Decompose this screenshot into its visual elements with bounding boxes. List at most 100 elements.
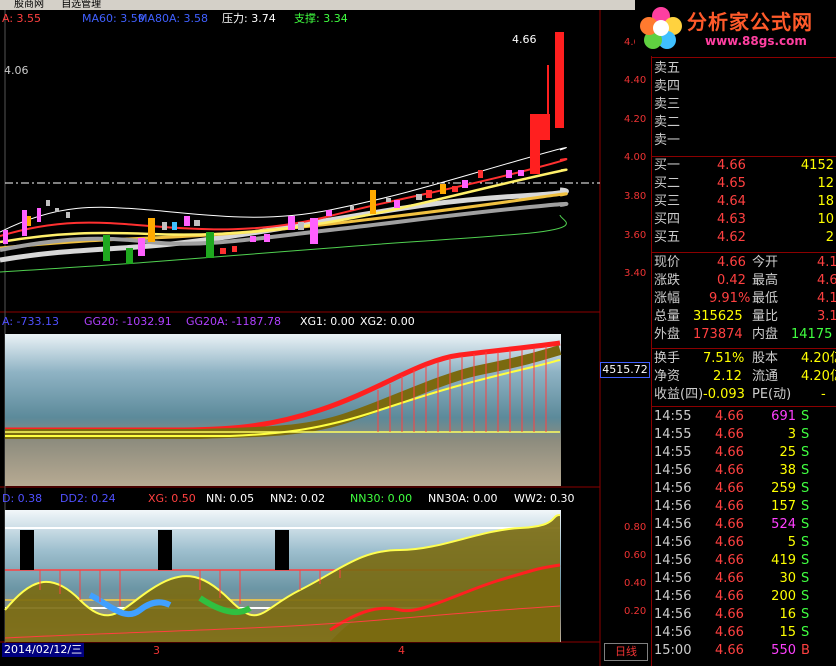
axis-mark: 4 (398, 644, 405, 657)
quote-value: 0.42 (717, 273, 746, 288)
tick-volume: 15 (779, 625, 796, 640)
tick-side: S (801, 463, 810, 478)
tick-row: 14:55 4.66 3 S (651, 426, 836, 444)
tick-side: S (801, 535, 810, 550)
date-cursor-label: 2014/02/12/三 (2, 643, 85, 657)
menu-item[interactable]: 股商网 (14, 0, 44, 10)
indicator-value: NN: 0.05 (206, 492, 255, 505)
ask-row: 卖三 (651, 96, 836, 114)
tick-volume: 16 (779, 607, 796, 622)
price-tick: 4.20 (624, 114, 647, 125)
tick-side: S (801, 445, 810, 460)
indicator2-labels: D: 0.38 DD2: 0.24 XG: 0.50 NN: 0.05 NN2:… (0, 492, 600, 506)
tick-row: 14:56 4.66 30 S (651, 570, 836, 588)
quote-label: 今开 (752, 255, 779, 270)
quote-row: 净资 2.12 流通 4.20亿 (651, 368, 836, 386)
indicator-value: GG20: -1032.91 (84, 315, 172, 328)
tick-price: 4.66 (715, 553, 744, 568)
quote-row: 总量 315625 量比 3.1 (651, 308, 836, 326)
ask-row: 卖二 (651, 114, 836, 132)
bid-volume: 12 (817, 176, 834, 191)
tick-volume: 157 (771, 499, 796, 514)
tick-volume: 38 (779, 463, 796, 478)
tick-price: 4.66 (715, 517, 744, 532)
tick-row: 14:56 4.66 200 S (651, 588, 836, 606)
menu-item[interactable]: 自选管理 (61, 0, 101, 10)
quote-label: 换手 (654, 351, 681, 366)
ma-label: MA80A: 3.58 (138, 12, 209, 25)
quote-row: 收益(四) -0.093 PE(动) - (651, 386, 836, 404)
quote-label: 最低 (752, 291, 779, 306)
indicator-value: D: 0.38 (2, 492, 43, 505)
ma-label: A: 3.55 (2, 12, 42, 25)
indicator1-bg (5, 334, 561, 486)
indicator-value: XG: 0.50 (148, 492, 196, 505)
tick-price: 4.66 (715, 481, 744, 496)
high-label: 4.66 (512, 33, 537, 46)
quote-label: 总量 (654, 309, 681, 324)
bid-label: 买二 (654, 176, 681, 191)
tick-price: 4.66 (715, 607, 744, 622)
tick-side: B (801, 643, 810, 658)
tick-price: 4.66 (715, 589, 744, 604)
ask-label: 卖三 (654, 97, 681, 112)
indicator1-labels: A: -733.13 GG20: -1032.91 GG20A: -1187.7… (0, 315, 600, 329)
indicator-value: NN30: 0.00 (350, 492, 413, 505)
quote-value: 4.66 (717, 255, 746, 270)
bid-row: 买三 4.64 18 (651, 193, 836, 211)
bid-price: 4.64 (717, 194, 746, 209)
quote-value: 4.1 (817, 255, 836, 270)
flower-logo-icon (640, 7, 682, 49)
resistance-label: 压力: 3.74 (222, 12, 276, 25)
price-tick: 3.60 (624, 230, 647, 241)
bid-label: 买三 (654, 194, 681, 209)
bid-price: 4.66 (717, 158, 746, 173)
trade-tick-list[interactable]: 14:55 4.66 691 S 14:55 4.66 3 S 14:55 4.66 25 S 14:5… (651, 408, 836, 666)
tick-volume: 419 (771, 553, 796, 568)
bid-label: 买四 (654, 212, 681, 227)
tick-side: S (801, 553, 810, 568)
price-tick: 3.40 (624, 268, 647, 279)
tick-volume: 691 (771, 409, 796, 424)
quote-value: - (821, 387, 826, 402)
indicator-value: NN2: 0.02 (270, 492, 326, 505)
left-value: 4.06 (4, 64, 29, 77)
indicator-value: A: -733.13 (2, 315, 59, 328)
quote-value: 315625 (693, 309, 743, 324)
quote-label: 流通 (752, 369, 779, 384)
bid-label: 买一 (654, 158, 681, 173)
quote-label: 收益(四) (654, 387, 704, 402)
tick-row: 14:56 4.66 16 S (651, 606, 836, 624)
indicator-value: WW2: 0.30 (514, 492, 575, 505)
bid-volume: 4152 (800, 158, 834, 173)
quote-value: 7.51% (703, 351, 745, 366)
tick-row: 15:00 4.66 550 B (651, 642, 836, 660)
logo-title: 分析家公式网 (687, 10, 813, 34)
price-tick: 4.00 (624, 152, 647, 163)
tick-side: S (801, 481, 810, 496)
period-selector[interactable]: 日线 (604, 643, 648, 661)
quote-label: PE(动) (752, 387, 792, 402)
bid-row: 买二 4.65 12 (651, 175, 836, 193)
tick-volume: 30 (779, 571, 796, 586)
quote-row: 现价 4.66 今开 4.1 (651, 254, 836, 272)
quote-row: 外盘 173874 内盘 14175 (651, 326, 836, 344)
site-logo: 分析家公式网 www.88gs.com (635, 0, 836, 56)
tick-side: S (801, 517, 810, 532)
tick-time: 14:55 (654, 445, 692, 460)
tick-time: 14:56 (654, 571, 692, 586)
tick-row: 14:56 4.66 524 S (651, 516, 836, 534)
tick-time: 14:55 (654, 427, 692, 442)
bid-volume: 10 (817, 212, 834, 227)
quote-label: 最高 (752, 273, 779, 288)
bid-row: 买五 4.62 2 (651, 229, 836, 247)
tick-price: 4.66 (715, 409, 744, 424)
quote-value: 9.91% (709, 291, 751, 306)
bid-row: 买四 4.63 10 (651, 211, 836, 229)
indicator-value: DD2: 0.24 (60, 492, 116, 505)
quote-label: 净资 (654, 369, 681, 384)
tick-side: S (801, 499, 810, 514)
tick-time: 14:56 (654, 517, 692, 532)
tick-side: S (801, 427, 810, 442)
ask-label: 卖二 (654, 115, 681, 130)
